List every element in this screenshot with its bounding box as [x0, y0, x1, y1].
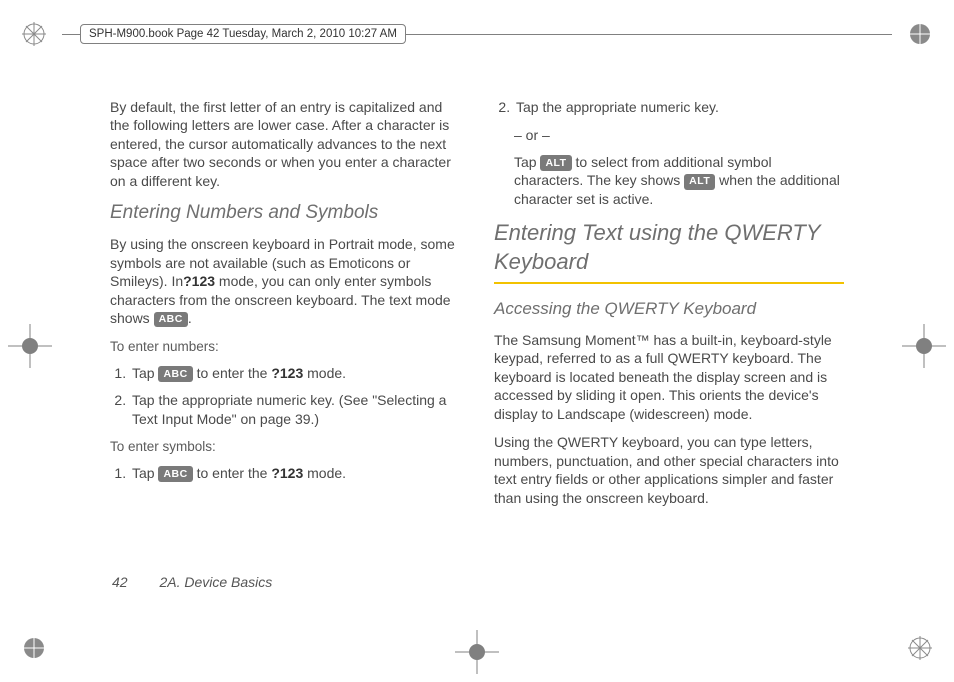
numbers-symbols-paragraph: By using the onscreen keyboard in Portra… — [110, 235, 460, 327]
right-column: Tap the appropriate numeric key. – or – … — [494, 98, 844, 564]
qwerty-paragraph-2: Using the QWERTY keyboard, you can type … — [494, 433, 844, 507]
document-header-tab: SPH-M900.book Page 42 Tuesday, March 2, … — [80, 24, 406, 44]
section-title: 2A. Device Basics — [159, 574, 272, 590]
symbols-alt-instruction: Tap ALT to select from additional symbol… — [514, 153, 844, 208]
heading-numbers-and-symbols: Entering Numbers and Symbols — [110, 200, 460, 225]
enter-symbols-step-1: Tap ABC to enter the ?123 mode. — [130, 464, 460, 482]
registration-mark-top-right — [908, 22, 932, 46]
page-number: 42 — [112, 574, 128, 590]
page-footer: 42 2A. Device Basics — [112, 574, 272, 590]
enter-symbols-steps-continued: Tap the appropriate numeric key. — [514, 98, 844, 116]
step-num-1-pre: Tap — [132, 365, 158, 381]
qwerty-paragraph-1: The Samsung Moment™ has a built-in, keyb… — [494, 331, 844, 423]
step-sym-1-pre: Tap — [132, 465, 158, 481]
heading-qwerty-keyboard: Entering Text using the QWERTY Keyboard — [494, 218, 844, 276]
abc-key-icon: ABC — [158, 366, 192, 382]
step-sym-1-bold: ?123 — [271, 465, 303, 481]
alt-key-icon: ALT — [684, 174, 715, 190]
enter-numbers-step-1: Tap ABC to enter the ?123 mode. — [130, 364, 460, 382]
heading-accessing-qwerty: Accessing the QWERTY Keyboard — [494, 298, 844, 320]
enter-numbers-step-2: Tap the appropriate numeric key. (See "S… — [130, 391, 460, 428]
registration-mark-bottom-left — [22, 636, 46, 660]
page-content: By default, the first letter of an entry… — [110, 98, 844, 564]
step-num-1-mid: to enter the — [193, 365, 272, 381]
nums-para-mode-bold: ?123 — [183, 273, 215, 289]
sym-alt-pre: Tap — [514, 154, 540, 170]
to-enter-symbols-label: To enter symbols: — [110, 438, 460, 456]
step-num-1-post: mode. — [303, 365, 346, 381]
registration-mark-bottom-right — [908, 636, 932, 660]
intro-paragraph: By default, the first letter of an entry… — [110, 98, 460, 190]
alt-key-icon: ALT — [540, 155, 571, 171]
crop-mark-mid-right — [902, 324, 946, 368]
left-column: By default, the first letter of an entry… — [110, 98, 460, 564]
abc-key-icon: ABC — [158, 466, 192, 482]
crop-mark-bottom-center — [455, 630, 499, 674]
nums-para-post: . — [188, 310, 192, 326]
registration-mark-top-left — [22, 22, 46, 46]
step-sym-1-post: mode. — [303, 465, 346, 481]
enter-symbols-step-2: Tap the appropriate numeric key. — [514, 98, 844, 116]
step-sym-1-mid: to enter the — [193, 465, 272, 481]
abc-key-icon: ABC — [154, 312, 188, 328]
heading-underline — [494, 282, 844, 284]
or-separator: – or – — [514, 126, 844, 144]
enter-symbols-steps: Tap ABC to enter the ?123 mode. — [130, 464, 460, 482]
crop-mark-mid-left — [8, 324, 52, 368]
step-num-1-bold: ?123 — [271, 365, 303, 381]
enter-numbers-steps: Tap ABC to enter the ?123 mode. Tap the … — [130, 364, 460, 428]
to-enter-numbers-label: To enter numbers: — [110, 338, 460, 356]
